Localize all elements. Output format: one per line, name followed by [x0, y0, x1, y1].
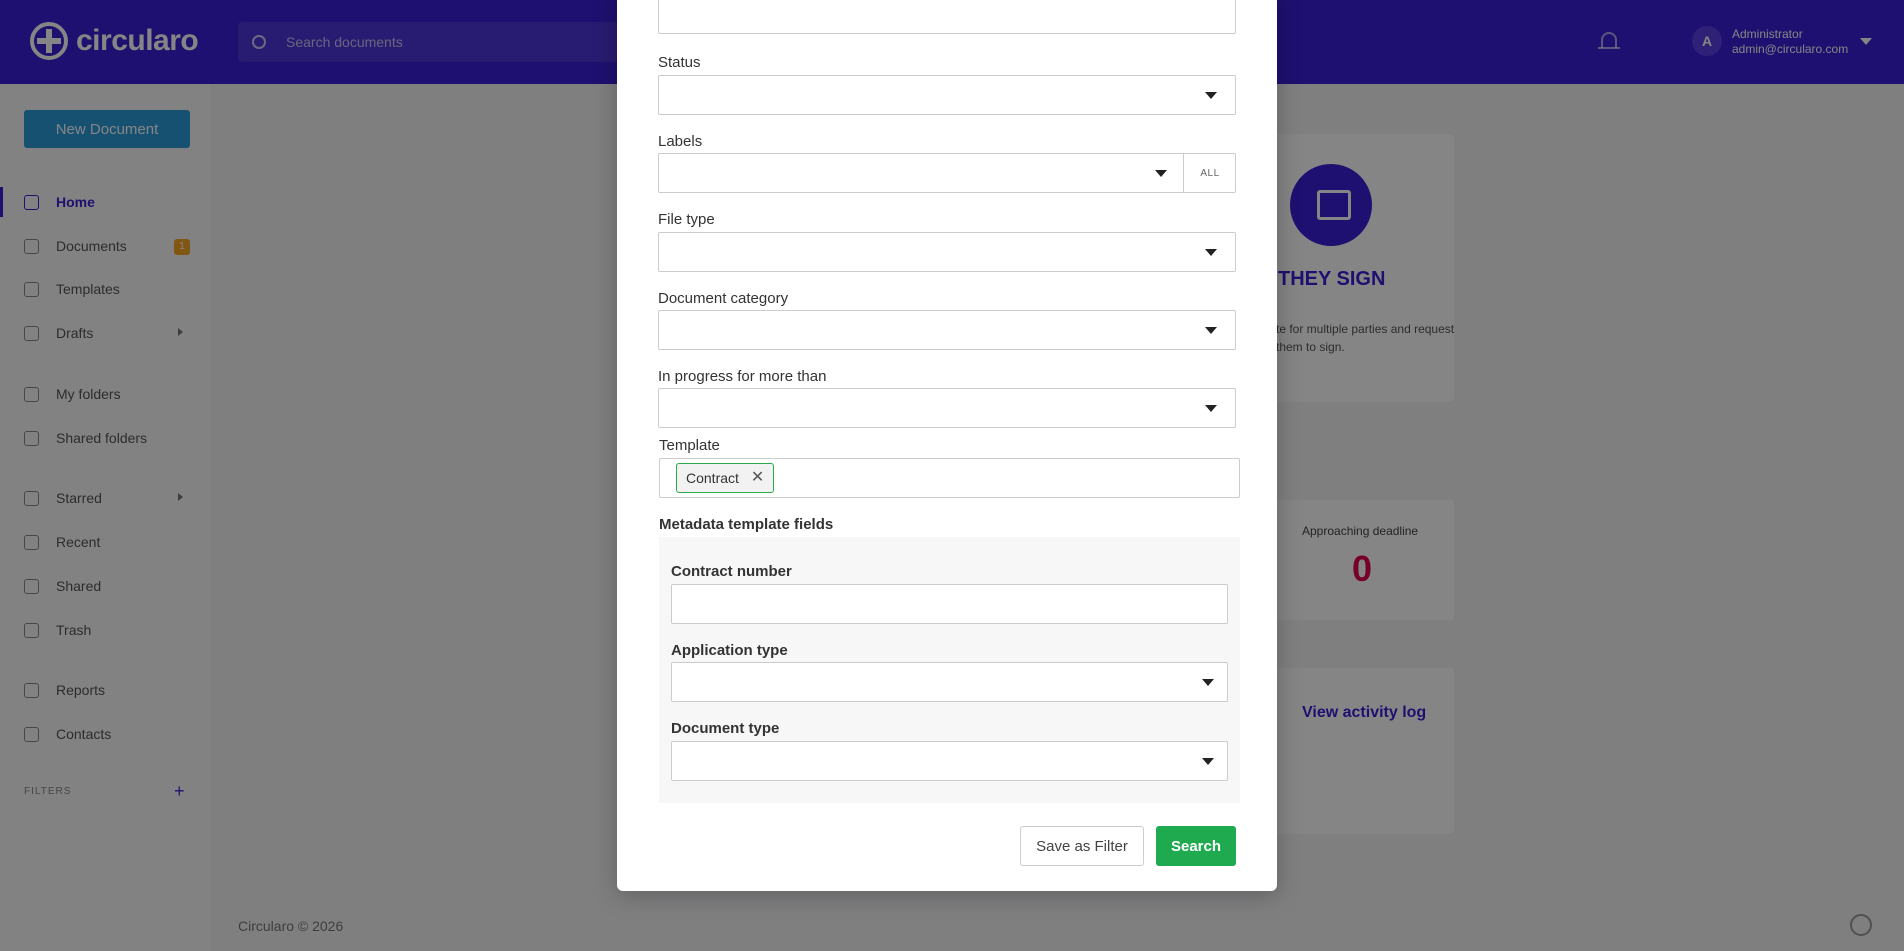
labels-all-button[interactable]: ALL — [1183, 153, 1236, 193]
file-type-select[interactable] — [658, 232, 1236, 272]
search-button[interactable]: Search — [1156, 826, 1236, 866]
contract-number-input[interactable] — [671, 584, 1228, 624]
save-as-filter-button[interactable]: Save as Filter — [1020, 826, 1144, 866]
chevron-down-icon — [1202, 679, 1214, 686]
document-category-select[interactable] — [658, 310, 1236, 350]
status-label: Status — [658, 54, 701, 71]
application-type-label: Application type — [671, 642, 788, 659]
chevron-down-icon — [1205, 327, 1217, 334]
chevron-down-icon — [1202, 758, 1214, 765]
chevron-down-icon — [1155, 170, 1167, 177]
template-tag: Contract ✕ — [676, 463, 775, 493]
cut-off-field[interactable] — [658, 0, 1236, 34]
application-type-select[interactable] — [671, 662, 1228, 702]
document-type-select[interactable] — [671, 741, 1228, 781]
status-select[interactable] — [658, 75, 1236, 115]
contract-number-label: Contract number — [671, 563, 792, 580]
chevron-down-icon — [1205, 92, 1217, 99]
in-progress-label: In progress for more than — [658, 368, 827, 385]
in-progress-select[interactable] — [658, 388, 1236, 428]
template-label: Template — [659, 437, 720, 454]
close-icon[interactable]: ✕ — [751, 470, 764, 486]
document-category-label: Document category — [658, 290, 789, 307]
metadata-heading: Metadata template fields — [659, 516, 834, 533]
chevron-down-icon — [1205, 405, 1217, 412]
file-type-label: File type — [658, 211, 715, 228]
document-type-label: Document type — [671, 720, 780, 737]
labels-select[interactable] — [658, 153, 1236, 193]
template-tag-label: Contract — [686, 470, 739, 486]
labels-label: Labels — [658, 133, 703, 150]
chevron-down-icon — [1205, 249, 1217, 256]
